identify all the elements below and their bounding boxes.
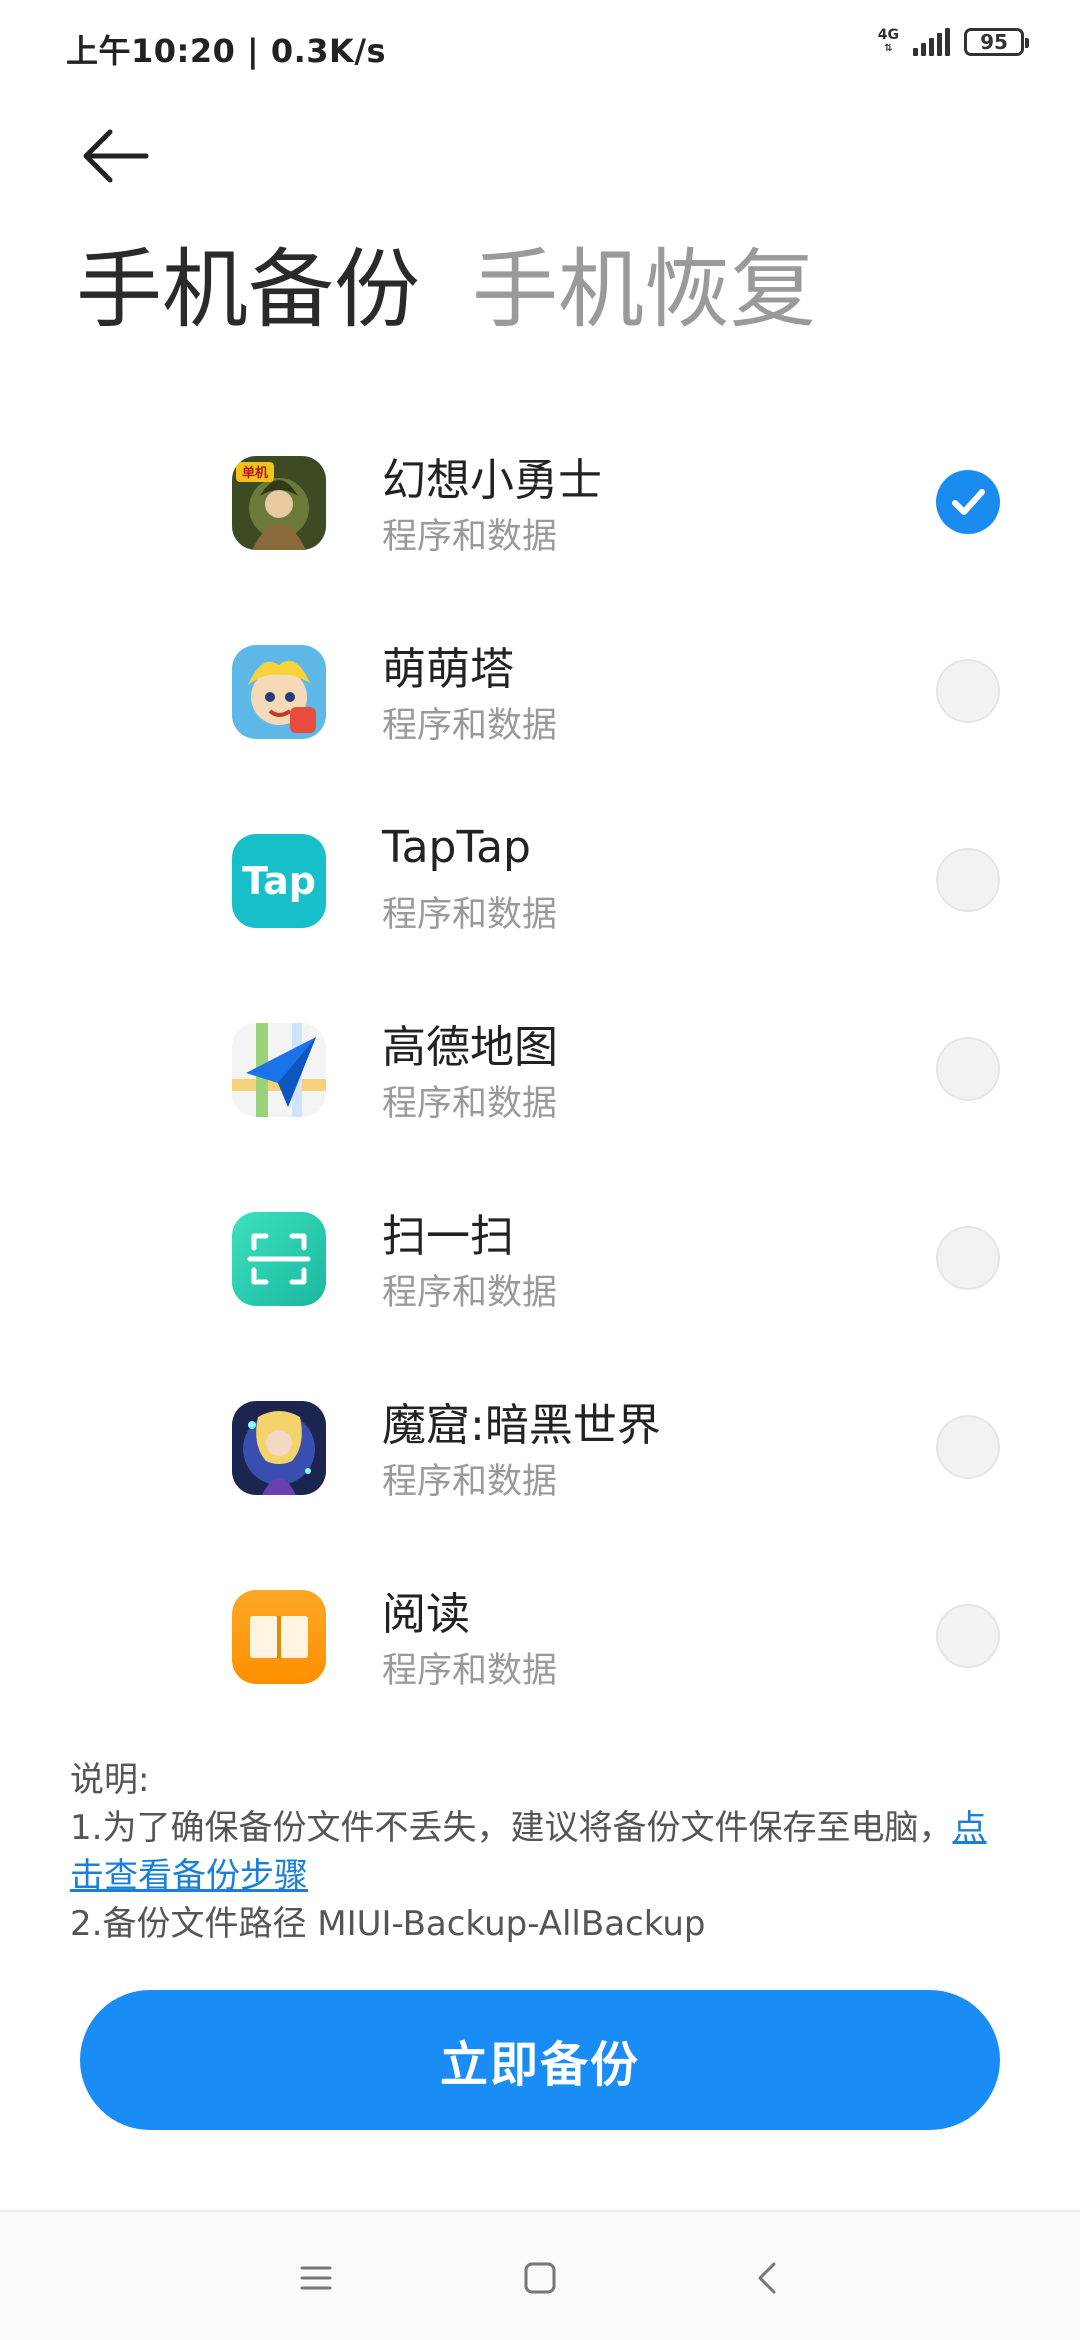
- svg-text:单机: 单机: [242, 465, 268, 481]
- app-subtitle: 程序和数据: [382, 1651, 558, 1691]
- reader-book-icon: [232, 1590, 326, 1684]
- amap-icon: [232, 1023, 326, 1117]
- app-subtitle: 程序和数据: [382, 895, 558, 935]
- list-item[interactable]: 单机 幻想小勇士 程序和数据: [0, 440, 1080, 629]
- list-item[interactable]: 高德地图 程序和数据: [0, 1007, 1080, 1196]
- home-square-icon[interactable]: [520, 2258, 560, 2298]
- app-subtitle: 程序和数据: [382, 1462, 558, 1502]
- app-name: 幻想小勇士: [382, 455, 602, 506]
- backup-notes: 说明: 1.为了确保备份文件不丢失，建议将备份文件保存至电脑，点击查看备份步骤 …: [70, 1756, 1020, 1948]
- selection-checkbox[interactable]: [936, 1604, 1000, 1668]
- tab-phone-backup[interactable]: 手机备份: [76, 240, 420, 340]
- notes-line-1-text: 1.为了确保备份文件不丢失，建议将备份文件保存至电脑，: [70, 1808, 953, 1848]
- notes-heading: 说明:: [70, 1760, 150, 1800]
- mode-tabs: 手机备份 手机恢复: [76, 240, 816, 340]
- scanner-icon: [232, 1212, 326, 1306]
- app-subtitle: 程序和数据: [382, 1273, 558, 1313]
- network-label: 4G: [877, 27, 899, 43]
- app-list: 单机 幻想小勇士 程序和数据 萌萌塔 程序和数据 Tap TapTap 程序和数…: [0, 440, 1080, 1763]
- taptap-icon-text: Tap: [242, 859, 316, 903]
- status-bar: 上午10:20 | 0.3K/s 4G ⇅ 95: [0, 0, 1080, 90]
- app-name: 魔窟:暗黑世界: [382, 1400, 661, 1451]
- app-subtitle: 程序和数据: [382, 706, 558, 746]
- notes-line-1: 1.为了确保备份文件不丢失，建议将备份文件保存至电脑，点击查看备份步骤: [70, 1804, 1020, 1900]
- selection-checkbox[interactable]: [936, 470, 1000, 534]
- list-item[interactable]: Tap TapTap 程序和数据: [0, 818, 1080, 1007]
- backup-now-button[interactable]: 立即备份: [80, 1990, 1000, 2130]
- list-item[interactable]: 萌萌塔 程序和数据: [0, 629, 1080, 818]
- arrow-left-icon: [83, 129, 149, 183]
- selection-checkbox[interactable]: [936, 848, 1000, 912]
- checkmark-icon: [952, 489, 985, 515]
- list-item[interactable]: 阅读 程序和数据: [0, 1574, 1080, 1763]
- app-name: TapTap: [382, 822, 531, 873]
- system-nav-bar: [0, 2212, 1080, 2340]
- tab-phone-restore[interactable]: 手机恢复: [472, 240, 816, 340]
- list-item[interactable]: 魔窟:暗黑世界 程序和数据: [0, 1385, 1080, 1574]
- cute-tower-game-icon: [232, 645, 326, 739]
- app-subtitle: 程序和数据: [382, 1084, 558, 1124]
- app-name: 萌萌塔: [382, 644, 514, 695]
- network-type-icon: 4G ⇅: [877, 27, 899, 54]
- selection-checkbox[interactable]: [936, 1037, 1000, 1101]
- battery-icon: 95: [964, 28, 1029, 56]
- selection-checkbox[interactable]: [936, 1226, 1000, 1290]
- status-indicators: 4G ⇅ 95: [877, 27, 1029, 56]
- app-name: 阅读: [382, 1589, 470, 1640]
- taptap-icon: Tap: [232, 834, 326, 928]
- selection-checkbox[interactable]: [936, 659, 1000, 723]
- notes-line-2: 2.备份文件路径 MIUI-Backup-AllBackup: [70, 1904, 706, 1944]
- back-chevron-icon[interactable]: [748, 2258, 788, 2298]
- fantasy-warrior-game-icon: 单机: [232, 456, 326, 550]
- menu-icon[interactable]: [296, 2258, 336, 2298]
- status-time: 上午10:20 | 0.3K/s: [66, 32, 387, 70]
- signal-icon: [913, 28, 950, 56]
- app-name: 高德地图: [382, 1022, 558, 1073]
- app-name: 扫一扫: [382, 1211, 514, 1262]
- selection-checkbox[interactable]: [936, 1415, 1000, 1479]
- back-button[interactable]: [80, 126, 156, 186]
- battery-level: 95: [980, 30, 1008, 54]
- dark-world-game-icon: [232, 1401, 326, 1495]
- list-item[interactable]: 扫一扫 程序和数据: [0, 1196, 1080, 1385]
- app-subtitle: 程序和数据: [382, 517, 558, 557]
